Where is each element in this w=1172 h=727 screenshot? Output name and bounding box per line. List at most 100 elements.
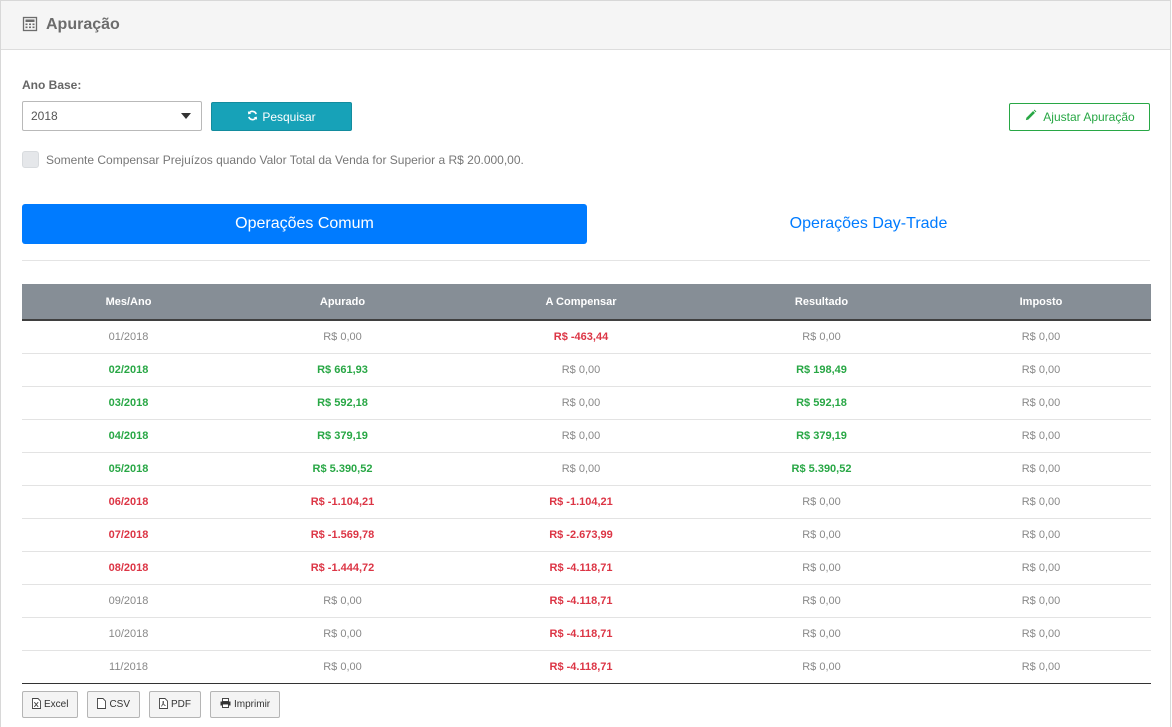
cell-a-compensar: R$ 0,00 — [450, 386, 712, 420]
cell-mes-ano: 08/2018 — [22, 551, 235, 585]
column-header-mes-ano[interactable]: Mes/Ano — [22, 284, 235, 321]
cell-resultado: R$ 0,00 — [712, 518, 931, 552]
pesquisar-label: Pesquisar — [262, 109, 316, 124]
cell-imposto: R$ 0,00 — [931, 584, 1151, 618]
cell-resultado: R$ 0,00 — [712, 485, 931, 519]
tabs-divider — [22, 260, 1150, 261]
cell-mes-ano: 04/2018 — [22, 419, 235, 453]
export-pdf-label: PDF — [171, 699, 192, 710]
ajustar-label: Ajustar Apuração — [1043, 110, 1135, 124]
cell-a-compensar: R$ -4.118,71 — [450, 617, 712, 651]
cell-mes-ano: 01/2018 — [22, 320, 235, 354]
column-header-resultado[interactable]: Resultado — [712, 284, 931, 321]
cell-mes-ano: 07/2018 — [22, 518, 235, 552]
table-row: 11/2018 R$ 0,00 R$ -4.118,71 R$ 0,00 R$ 0,00 — [22, 650, 1151, 684]
cell-a-compensar: R$ -4.118,71 — [450, 551, 712, 585]
cell-imposto: R$ 0,00 — [931, 419, 1151, 453]
compensar-checkbox-label: Somente Compensar Prejuízos quando Valor… — [46, 152, 524, 167]
cell-mes-ano: 03/2018 — [22, 386, 235, 420]
cell-apurado: R$ 0,00 — [235, 584, 450, 618]
table-header-row: Mes/Ano Apurado A Compensar Resultado Im… — [22, 284, 1151, 321]
print-icon — [220, 698, 231, 711]
export-toolbar: Excel CSV PDF Imprimir — [22, 691, 281, 718]
cell-apurado: R$ -1.104,21 — [235, 485, 450, 519]
table-row: 10/2018 R$ 0,00 R$ -4.118,71 R$ 0,00 R$ 0,00 — [22, 617, 1151, 651]
cell-a-compensar: R$ -4.118,71 — [450, 584, 712, 618]
apuracao-panel: Apuração Ano Base: 2018 Pesquisar Ajusta… — [0, 0, 1171, 727]
cell-imposto: R$ 0,00 — [931, 485, 1151, 519]
table-row: 05/2018 R$ 5.390,52 R$ 0,00 R$ 5.390,52 R$ 0… — [22, 452, 1151, 486]
pencil-icon — [1024, 109, 1037, 125]
cell-mes-ano: 05/2018 — [22, 452, 235, 486]
cell-resultado: R$ 0,00 — [712, 551, 931, 585]
cell-apurado: R$ -1.444,72 — [235, 551, 450, 585]
tab-operacoes-day-trade[interactable]: Operações Day-Trade — [587, 204, 1150, 244]
cell-resultado: R$ 0,00 — [712, 650, 931, 684]
imprimir-button[interactable]: Imprimir — [210, 691, 281, 718]
cell-imposto: R$ 0,00 — [931, 518, 1151, 552]
pesquisar-button[interactable]: Pesquisar — [211, 102, 352, 131]
cell-mes-ano: 09/2018 — [22, 584, 235, 618]
cell-imposto: R$ 0,00 — [931, 617, 1151, 651]
cell-mes-ano: 11/2018 — [22, 650, 235, 684]
cell-imposto: R$ 0,00 — [931, 551, 1151, 585]
cell-apurado: R$ 0,00 — [235, 650, 450, 684]
cell-resultado: R$ 198,49 — [712, 353, 931, 387]
cell-imposto: R$ 0,00 — [931, 320, 1151, 354]
cell-apurado: R$ 0,00 — [235, 320, 450, 354]
cell-apurado: R$ -1.569,78 — [235, 518, 450, 552]
column-header-a-compensar[interactable]: A Compensar — [450, 284, 712, 321]
panel-header: Apuração — [1, 1, 1170, 50]
ano-base-value: 2018 — [31, 109, 58, 123]
cell-apurado: R$ 5.390,52 — [235, 452, 450, 486]
cell-apurado: R$ 379,19 — [235, 419, 450, 453]
export-pdf-button[interactable]: PDF — [149, 691, 202, 718]
table-row: 09/2018 R$ 0,00 R$ -4.118,71 R$ 0,00 R$ 0,00 — [22, 584, 1151, 618]
table-row: 04/2018 R$ 379,19 R$ 0,00 R$ 379,19 R$ 0,00 — [22, 419, 1151, 453]
imprimir-label: Imprimir — [234, 699, 271, 710]
cell-imposto: R$ 0,00 — [931, 452, 1151, 486]
refresh-icon — [247, 110, 258, 124]
cell-apurado: R$ 661,93 — [235, 353, 450, 387]
column-header-apurado[interactable]: Apurado — [235, 284, 450, 321]
cell-imposto: R$ 0,00 — [931, 353, 1151, 387]
file-icon — [97, 697, 107, 712]
tab-operacoes-comum[interactable]: Operações Comum — [22, 204, 587, 244]
table-row: 01/2018 R$ 0,00 R$ -463,44 R$ 0,00 R$ 0,00 — [22, 320, 1151, 354]
file-pdf-icon — [159, 697, 168, 712]
cell-a-compensar: R$ 0,00 — [450, 353, 712, 387]
compensar-checkbox-row: Somente Compensar Prejuízos quando Valor… — [22, 151, 524, 168]
table-row: 06/2018 R$ -1.104,21 R$ -1.104,21 R$ 0,00 R$… — [22, 485, 1151, 519]
cell-resultado: R$ 0,00 — [712, 584, 931, 618]
apuracao-table: Mes/Ano Apurado A Compensar Resultado Im… — [22, 284, 1151, 684]
cell-resultado: R$ 0,00 — [712, 320, 931, 354]
cell-apurado: R$ 592,18 — [235, 386, 450, 420]
file-excel-icon — [32, 697, 41, 712]
table-row: 02/2018 R$ 661,93 R$ 0,00 R$ 198,49 R$ 0,00 — [22, 353, 1151, 387]
export-excel-label: Excel — [44, 699, 69, 710]
export-csv-label: CSV — [109, 699, 131, 710]
cell-a-compensar: R$ 0,00 — [450, 452, 712, 486]
cell-a-compensar: R$ -2.673,99 — [450, 518, 712, 552]
cell-a-compensar: R$ -463,44 — [450, 320, 712, 354]
column-header-imposto[interactable]: Imposto — [931, 284, 1151, 321]
table-row: 03/2018 R$ 592,18 R$ 0,00 R$ 592,18 R$ 0,00 — [22, 386, 1151, 420]
table-row: 08/2018 R$ -1.444,72 R$ -4.118,71 R$ 0,00 R$… — [22, 551, 1151, 585]
cell-resultado: R$ 0,00 — [712, 617, 931, 651]
cell-imposto: R$ 0,00 — [931, 386, 1151, 420]
cell-resultado: R$ 379,19 — [712, 419, 931, 453]
export-excel-button[interactable]: Excel — [22, 691, 79, 718]
compensar-checkbox[interactable] — [22, 151, 39, 168]
cell-a-compensar: R$ 0,00 — [450, 419, 712, 453]
cell-imposto: R$ 0,00 — [931, 650, 1151, 684]
export-csv-button[interactable]: CSV — [87, 691, 141, 718]
ajustar-apuracao-button[interactable]: Ajustar Apuração — [1009, 103, 1150, 131]
cell-mes-ano: 06/2018 — [22, 485, 235, 519]
table-row: 07/2018 R$ -1.569,78 R$ -2.673,99 R$ 0,00 R$… — [22, 518, 1151, 552]
cell-resultado: R$ 5.390,52 — [712, 452, 931, 486]
cell-a-compensar: R$ -1.104,21 — [450, 485, 712, 519]
ano-base-label: Ano Base: — [22, 78, 82, 92]
caret-down-icon — [181, 113, 191, 119]
ano-base-select[interactable]: 2018 — [22, 101, 202, 131]
calculator-icon — [22, 16, 38, 35]
